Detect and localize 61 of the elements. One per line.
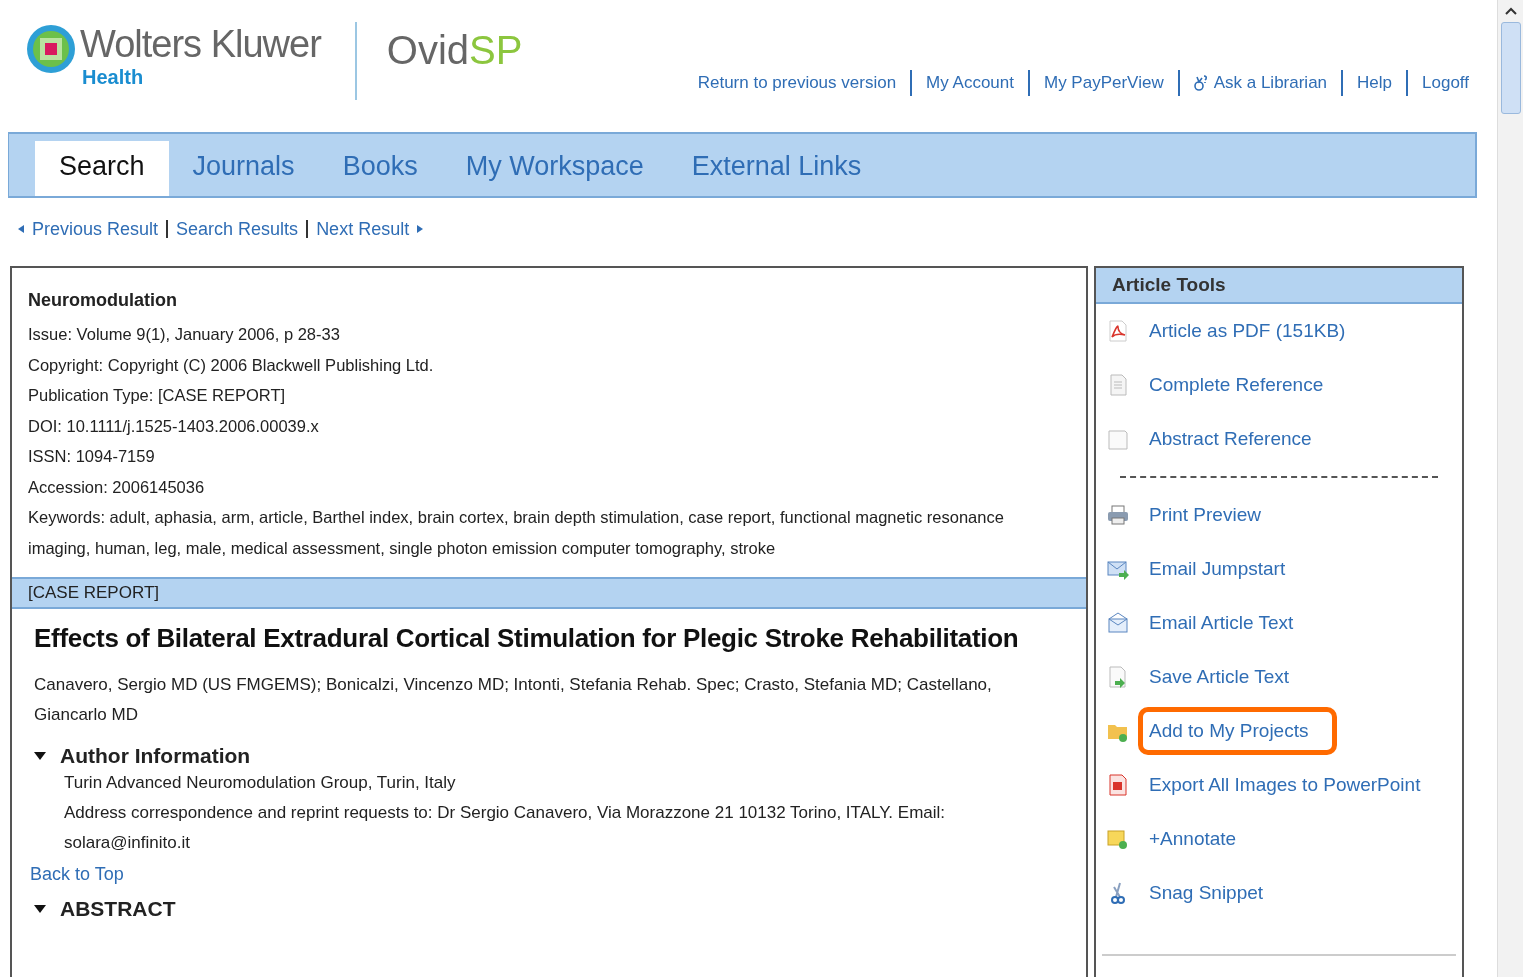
- disclosure-triangle-icon[interactable]: [34, 905, 46, 913]
- panel-title: Article Tools: [1096, 268, 1462, 304]
- company-name: Wolters Kluwer: [80, 22, 321, 66]
- nav-tab[interactable]: Search: [35, 141, 169, 196]
- header-link[interactable]: Logoff: [1422, 73, 1469, 93]
- back-to-top-link[interactable]: Back to Top: [30, 864, 124, 885]
- scroll-up-icon[interactable]: [1503, 6, 1518, 16]
- section-heading[interactable]: Author Information: [60, 744, 251, 768]
- author-list: Canavero, Sergio MD (US FMGEMS); Bonicalzi, Vincenzo MD; Intonti, Stefania Rehab. Spec; Crasto, Stefania MD; Castellano, Giancarlo MD: [34, 670, 1064, 730]
- tool-link[interactable]: Email Article Text: [1138, 599, 1323, 647]
- article-type-bar: [CASE REPORT]: [12, 577, 1086, 609]
- blank-page-icon: [1106, 427, 1130, 451]
- person-question-icon: [1193, 74, 1208, 92]
- nav-tab[interactable]: Books: [318, 141, 442, 196]
- section-text: Address correspondence and reprint requests to: Dr Sergio Canavero, Via Morazzone 21 10132 Torino, ITALY. Email: solara@infinito.it: [63, 802, 947, 854]
- header-link[interactable]: Ask a Librarian: [1213, 73, 1328, 93]
- envelope-icon: [1106, 611, 1130, 635]
- header-link[interactable]: Return to previous version: [697, 73, 897, 93]
- citation-detail: Accession: 2006145036: [28, 476, 206, 498]
- citation-detail: Publication Type: [CASE REPORT]: [28, 385, 287, 406]
- citation-detail: Keywords: adult, aphasia, arm, article, Barthel index, brain cortex, brain depth stimulation, case report, functional magnetic resonance imaging, human, leg, male, medical assessment, single photon emission computer tomography, stroke: [28, 507, 1005, 559]
- section-text: Turin Advanced Neuromodulation Group, Turin, Italy: [63, 772, 457, 794]
- note-plus-icon: [1106, 827, 1130, 851]
- journal-name: Neuromodulation: [28, 290, 178, 311]
- scroll-thumb[interactable]: [1500, 22, 1521, 114]
- printer-icon: [1106, 503, 1130, 527]
- tool-link[interactable]: Article as PDF (151KB): [1138, 307, 1375, 355]
- citation-detail: Issue: Volume 9(1), January 2006, p 28-33: [28, 324, 341, 345]
- tool-link[interactable]: Abstract Reference: [1138, 415, 1341, 463]
- tool-link[interactable]: Email Jumpstart: [1138, 545, 1315, 593]
- header-link[interactable]: My PayPerView: [1044, 73, 1164, 93]
- tool-link[interactable]: Export All Images to PowerPoint: [1138, 761, 1450, 809]
- scrollbar[interactable]: [1497, 0, 1523, 977]
- article-title: Effects of Bilateral Extradural Cortical Stimulation for Plegic Stroke Rehabilitation: [34, 623, 1020, 654]
- product-suffix: SP: [469, 28, 523, 72]
- tool-link[interactable]: +Annotate: [1138, 815, 1266, 863]
- tool-link[interactable]: Complete Reference: [1138, 361, 1353, 409]
- tool-link[interactable]: Add to My Projects: [1138, 707, 1338, 755]
- tool-link[interactable]: Snag Snippet: [1138, 869, 1293, 917]
- header-link[interactable]: Help: [1357, 73, 1393, 93]
- nav-tab[interactable]: My Workspace: [441, 141, 668, 196]
- left-arrow-icon: [18, 225, 24, 233]
- right-arrow-icon: [417, 225, 424, 233]
- section-heading[interactable]: ABSTRACT: [60, 897, 176, 921]
- product-name: Ovid: [386, 28, 470, 72]
- citation-detail: DOI: 10.1111/j.1525-1403.2006.00039.x: [28, 415, 320, 437]
- nav-tab[interactable]: External Links: [667, 141, 886, 196]
- next-result-link[interactable]: Next Result: [316, 218, 410, 240]
- tool-link[interactable]: Print Preview: [1138, 491, 1290, 539]
- previous-result-link[interactable]: Previous Result: [32, 218, 159, 240]
- citation-detail: ISSN: 1094-7159: [28, 446, 156, 467]
- division-name: Health: [82, 66, 145, 89]
- nav-tab[interactable]: Journals: [168, 141, 319, 196]
- citation-detail: Copyright: Copyright (C) 2006 Blackwell Publishing Ltd.: [28, 354, 435, 376]
- slide-file-icon: [1106, 773, 1130, 797]
- search-results-link[interactable]: Search Results: [176, 218, 299, 240]
- tool-link[interactable]: Save Article Text: [1138, 653, 1319, 701]
- globe-logo-icon: [26, 24, 76, 74]
- disclosure-triangle-icon[interactable]: [34, 752, 46, 760]
- pdf-icon: [1106, 319, 1130, 343]
- header-link[interactable]: My Account: [926, 73, 1014, 93]
